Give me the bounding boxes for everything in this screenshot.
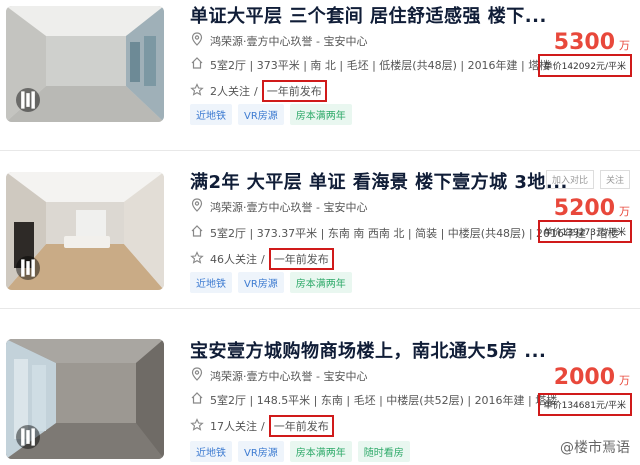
watermark-text: @楼市焉语 — [560, 440, 630, 456]
house-info: 5室2厅 | 373平米 | 南 北 | 毛坯 | 低楼层(共48层) | 20… — [210, 58, 551, 72]
location-row: 鸿荣源·壹方中心玖誉 - 宝安中心 — [190, 198, 367, 215]
unit-price: 单价134681元/平米 — [537, 393, 632, 416]
tag: 近地铁 — [190, 441, 232, 462]
listing-card[interactable]: 单证大平层 三个套间 居住舒适感强 楼下... 鸿荣源·壹方中心玖誉 - 宝安中… — [0, 0, 640, 150]
total-price: 5300 万 — [554, 30, 630, 55]
star-icon — [190, 82, 210, 100]
vr-badge-icon[interactable] — [16, 88, 40, 112]
publish-time: 一年前发布 — [268, 248, 334, 270]
followers-count: 2人关注 — [210, 85, 250, 98]
house-info-row: 5室2厅 | 373平米 | 南 北 | 毛坯 | 低楼层(共48层) | 20… — [190, 56, 550, 73]
house-icon — [190, 56, 210, 73]
star-icon — [190, 250, 210, 268]
follow-button[interactable]: 关注 — [599, 170, 630, 189]
tag: 随时看房 — [357, 441, 410, 462]
tag-list: 近地铁 VR房源 房本满两年 — [190, 272, 352, 293]
unit-price: 单价142092元/平米 — [537, 54, 632, 77]
publish-time: 一年前发布 — [268, 415, 334, 437]
vr-badge-icon[interactable] — [16, 256, 40, 280]
listing-title[interactable]: 单证大平层 三个套间 居住舒适感强 楼下... — [190, 2, 547, 28]
followers-count: 17人关注 — [210, 420, 257, 433]
total-price: 5200 万 — [554, 196, 630, 221]
action-buttons: 加入对比 关注 — [545, 170, 630, 189]
listing-divider — [0, 308, 640, 309]
total-price-unit: 万 — [619, 39, 630, 52]
unit-price: 单价139273元/平米 — [537, 220, 632, 243]
followers-count: 46人关注 — [210, 253, 257, 266]
listing-divider — [0, 150, 640, 151]
tag: 近地铁 — [190, 272, 232, 293]
location-pin-icon — [190, 32, 210, 49]
tag: 房本满两年 — [289, 441, 352, 462]
add-compare-button[interactable]: 加入对比 — [545, 170, 594, 189]
location-link[interactable]: 鸿荣源·壹方中心玖誉 - 宝安中心 — [210, 199, 367, 215]
listing-title[interactable]: 满2年 大平层 单证 看海景 楼下壹方城 3地... — [190, 168, 568, 194]
location-pin-icon — [190, 367, 210, 384]
tag-list: 近地铁 VR房源 房本满两年 随时看房 — [190, 441, 410, 462]
follow-info-row: 17人关注 / 一年前发布 — [190, 415, 334, 437]
total-price-value: 5200 — [553, 196, 615, 221]
tag: VR房源 — [238, 441, 284, 462]
follow-info-row: 46人关注 / 一年前发布 — [190, 248, 334, 270]
location-link[interactable]: 鸿荣源·壹方中心玖誉 - 宝安中心 — [210, 33, 367, 49]
vr-badge-icon[interactable] — [16, 425, 40, 449]
listing-card[interactable]: 宝安壹方城购物商场楼上，南北通大5房 ... 鸿荣源·壹方中心玖誉 - 宝安中心… — [0, 315, 640, 465]
listing-photo[interactable] — [6, 6, 164, 122]
location-pin-icon — [190, 198, 210, 215]
house-info: 5室2厅 | 148.5平米 | 东南 | 毛坯 | 中楼层(共52层) | 2… — [210, 393, 558, 407]
tag: 房本满两年 — [289, 272, 352, 293]
listing-title[interactable]: 宝安壹方城购物商场楼上，南北通大5房 ... — [190, 337, 546, 363]
listing-card[interactable]: 满2年 大平层 单证 看海景 楼下壹方城 3地... 鸿荣源·壹方中心玖誉 - … — [0, 158, 640, 308]
tag: 近地铁 — [190, 104, 232, 125]
total-price-unit: 万 — [619, 374, 630, 387]
house-info-row: 5室2厅 | 148.5平米 | 东南 | 毛坯 | 中楼层(共52层) | 2… — [190, 391, 557, 408]
house-icon — [190, 391, 210, 408]
location-row: 鸿荣源·壹方中心玖誉 - 宝安中心 — [190, 32, 367, 49]
listing-photo[interactable] — [6, 172, 164, 290]
total-price: 2000 万 — [554, 365, 630, 390]
watermark: @楼市焉语 — [560, 437, 630, 457]
tag: VR房源 — [238, 104, 284, 125]
tag: VR房源 — [238, 272, 284, 293]
tag: 房本满两年 — [289, 104, 352, 125]
total-price-unit: 万 — [619, 205, 630, 218]
total-price-value: 5300 — [553, 30, 615, 55]
location-row: 鸿荣源·壹方中心玖誉 - 宝安中心 — [190, 367, 367, 384]
follow-info-row: 2人关注 / 一年前发布 — [190, 80, 327, 102]
star-icon — [190, 417, 210, 435]
tag-list: 近地铁 VR房源 房本满两年 — [190, 104, 352, 125]
listing-photo[interactable] — [6, 339, 164, 459]
publish-time: 一年前发布 — [261, 80, 327, 102]
total-price-value: 2000 — [553, 365, 615, 390]
house-icon — [190, 224, 210, 241]
location-link[interactable]: 鸿荣源·壹方中心玖誉 - 宝安中心 — [210, 368, 367, 384]
